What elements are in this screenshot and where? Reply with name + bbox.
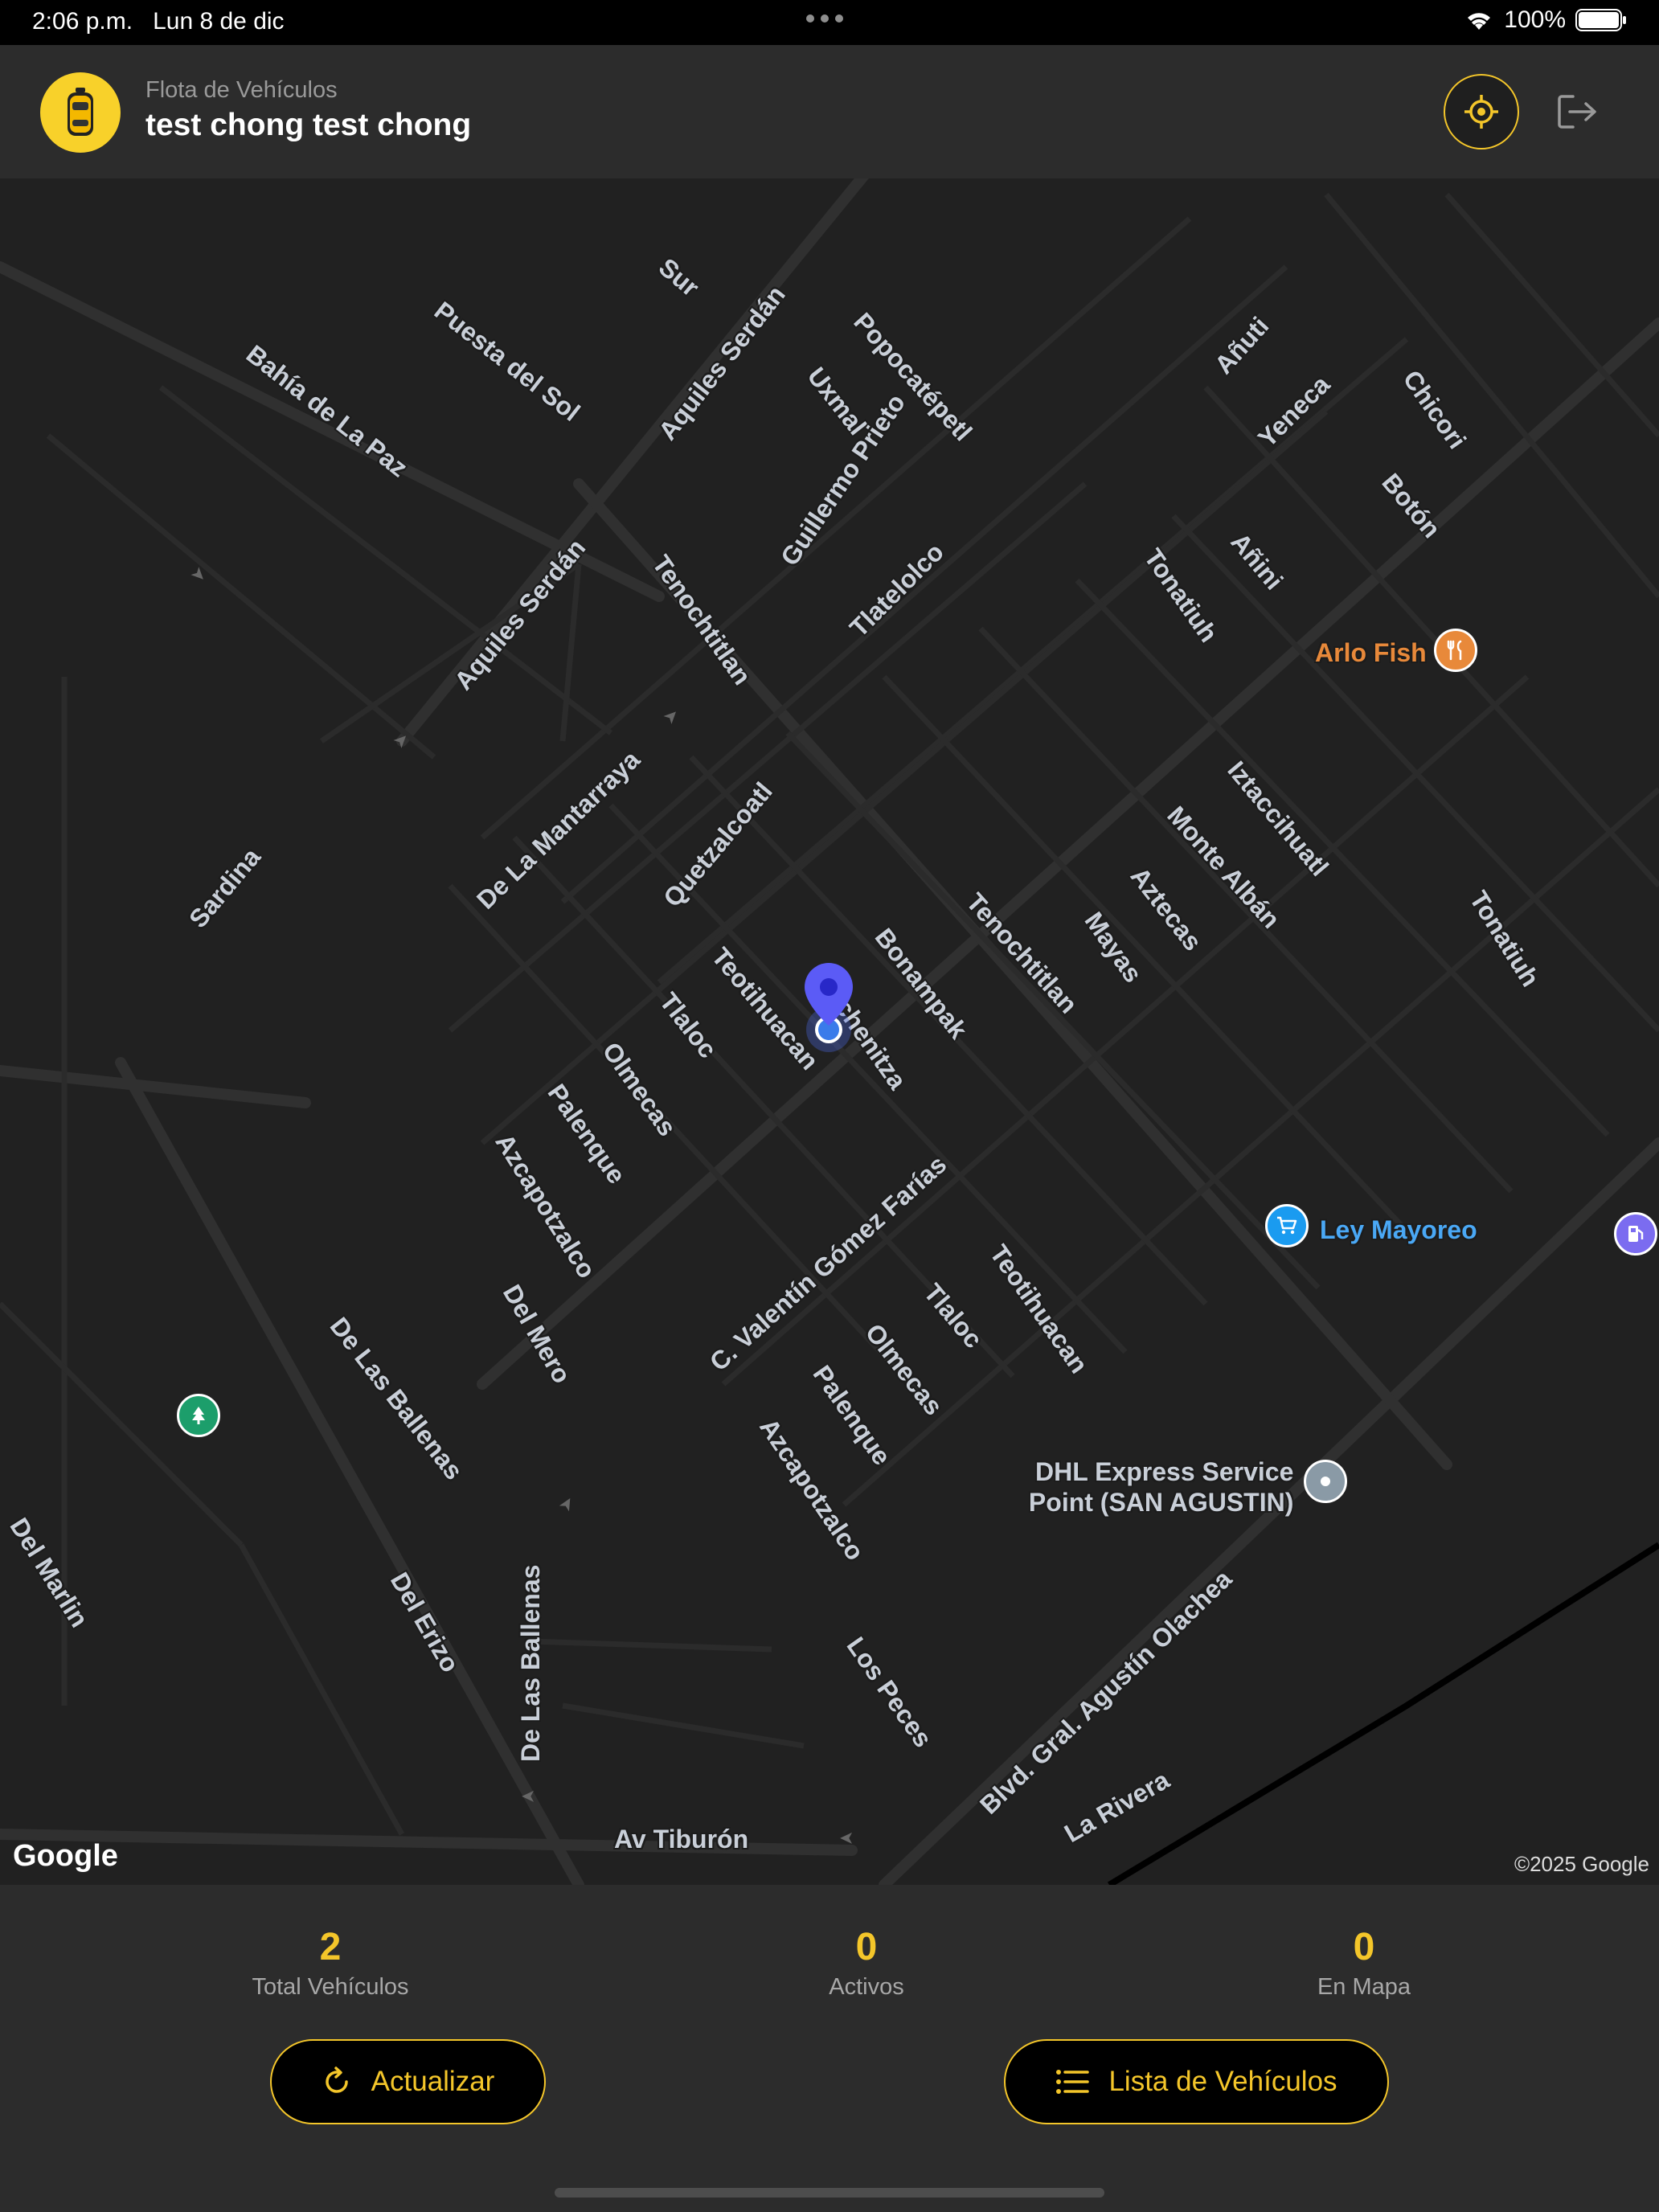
stat-on-map: 0 En Mapa (1203, 1925, 1525, 2001)
map-view[interactable]: Sur Puesta del Sol Bahía de La Paz Aquil… (0, 178, 1659, 1885)
street-label: De Las Ballenas (516, 1564, 545, 1762)
wifi-icon (1468, 13, 1491, 30)
logout-icon (1558, 95, 1596, 129)
list-icon (1056, 2070, 1090, 2094)
restaurant-icon[interactable] (1434, 629, 1477, 672)
app-header: Flota de Vehículos test chong test chong (0, 45, 1659, 178)
stat-value: 0 (1353, 1926, 1375, 1968)
stats-panel: 2 Total Vehículos 0 Activos 0 En Mapa Ac… (0, 1885, 1659, 2212)
poi-dhl-label[interactable]: DHL Express Service Point (SAN AGUSTIN) (1024, 1456, 1293, 1518)
stat-total-vehicles: 2 Total Vehículos (170, 1925, 491, 2001)
refresh-button[interactable]: Actualizar (270, 2039, 546, 2124)
direction-arrow-icon: ➤ (521, 1787, 536, 1807)
gas-station-icon[interactable] (1614, 1212, 1657, 1256)
stat-label: Total Vehículos (252, 1974, 409, 2000)
battery-icon (1575, 9, 1626, 31)
battery-percent: 100% (1504, 6, 1566, 33)
stat-active: 0 Activos (706, 1925, 1027, 2001)
poi-ley-mayoreo-label[interactable]: Ley Mayoreo (1320, 1215, 1477, 1245)
home-indicator[interactable] (555, 2188, 1104, 2198)
poi-arlo-fish-label[interactable]: Arlo Fish (1315, 638, 1427, 668)
multitasking-dots[interactable] (806, 14, 843, 23)
stat-label: En Mapa (1317, 1974, 1411, 2000)
map-copyright: ©2025 Google (1514, 1852, 1649, 1876)
taxi-icon (68, 88, 93, 136)
my-location-button[interactable] (1444, 74, 1519, 150)
refresh-label: Actualizar (371, 2066, 495, 2097)
logout-button[interactable] (1553, 87, 1603, 137)
google-logo: Google (13, 1839, 118, 1873)
status-time: 2:06 p.m. Lun 8 de dic (32, 8, 285, 35)
refresh-icon (325, 2067, 348, 2093)
taxi-avatar (40, 72, 121, 153)
vehicle-list-button[interactable]: Lista de Vehículos (1004, 2039, 1389, 2124)
shopping-cart-icon[interactable] (1265, 1204, 1309, 1247)
park-icon[interactable] (177, 1394, 220, 1437)
street-label: Av Tiburón (614, 1825, 749, 1854)
status-bar: 2:06 p.m. Lun 8 de dic 100% (0, 0, 1659, 45)
stat-value: 2 (319, 1926, 342, 1968)
map-pin-icon[interactable] (796, 958, 862, 1055)
stat-label: Activos (829, 1974, 904, 2000)
stat-value: 0 (855, 1926, 878, 1968)
header-subtitle: Flota de Vehículos (145, 77, 338, 103)
crosshair-icon (1464, 95, 1498, 129)
direction-arrow-icon: ➤ (839, 1829, 854, 1849)
location-marker-icon[interactable] (1304, 1460, 1347, 1503)
vehicle-list-label: Lista de Vehículos (1108, 2066, 1337, 2097)
header-title: test chong test chong (145, 108, 472, 142)
